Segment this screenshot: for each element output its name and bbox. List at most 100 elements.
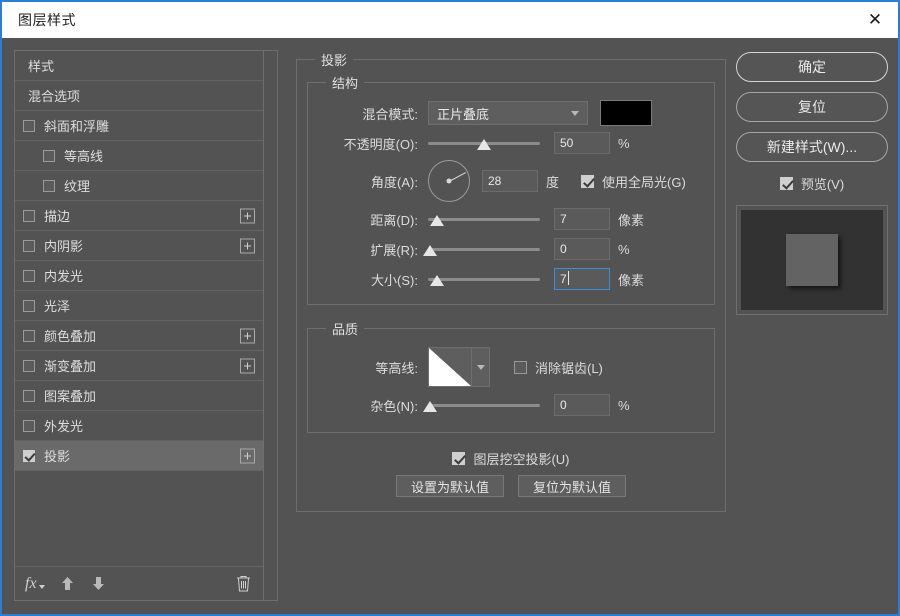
trash-icon[interactable]	[236, 575, 251, 592]
global-light-checkbox[interactable]: 使用全局光(G)	[581, 172, 686, 191]
settings-area: 投影 结构 混合模式: 正片叠底 不透明度(O): 50 % 角度(A): 28…	[296, 50, 726, 604]
arrow-down-icon[interactable]	[92, 576, 105, 591]
noise-input[interactable]: 0	[554, 394, 610, 416]
angle-unit: 度	[546, 174, 560, 190]
style-list-item-1[interactable]: 混合选项	[15, 81, 263, 111]
add-effect-icon[interactable]	[240, 208, 255, 223]
style-list-item-6[interactable]: 内阴影	[15, 231, 263, 261]
style-list-item-8[interactable]: 光泽	[15, 291, 263, 321]
spread-slider[interactable]	[423, 239, 540, 259]
style-list-item-12[interactable]: 外发光	[15, 411, 263, 441]
spread-label: 扩展(R):	[370, 242, 418, 258]
noise-label: 杂色(N):	[370, 398, 418, 414]
style-list-item-label: 投影	[44, 449, 71, 464]
contour-select[interactable]	[428, 347, 490, 387]
style-list-item-label: 描边	[44, 209, 71, 224]
distance-unit: 像素	[618, 212, 645, 228]
style-list-item-label: 斜面和浮雕	[44, 119, 110, 134]
new-style-button[interactable]: 新建样式(W)...	[736, 132, 888, 162]
style-list-item-2[interactable]: 斜面和浮雕	[15, 111, 263, 141]
style-enable-checkbox[interactable]	[23, 389, 35, 402]
contour-row: 等高线: 消除锯齿(L)	[318, 344, 704, 390]
style-list-item-7[interactable]: 内发光	[15, 261, 263, 291]
reset-default-button[interactable]: 复位为默认值	[518, 475, 627, 497]
chevron-down-icon	[571, 111, 579, 116]
default-buttons-row: 设置为默认值 复位为默认值	[307, 473, 715, 499]
preview-label: 预览(V)	[800, 177, 845, 192]
styles-list-scrollbar[interactable]	[264, 50, 278, 601]
size-slider[interactable]	[428, 269, 540, 289]
size-row: 大小(S): 7 像素	[318, 264, 704, 294]
antialias-checkbox[interactable]: 消除锯齿(L)	[514, 358, 603, 377]
slider-track	[428, 404, 540, 407]
style-list-item-label: 混合选项	[28, 89, 81, 104]
style-enable-checkbox[interactable]	[43, 179, 55, 192]
style-enable-checkbox[interactable]	[23, 239, 35, 252]
shadow-color-swatch[interactable]	[600, 100, 652, 126]
style-list-item-label: 外发光	[44, 419, 84, 434]
add-effect-icon[interactable]	[240, 448, 255, 463]
slider-thumb[interactable]	[429, 215, 444, 226]
blend-mode-value: 正片叠底	[437, 106, 490, 122]
close-icon[interactable]: ✕	[852, 2, 898, 38]
linear-contour-icon	[429, 348, 471, 386]
opacity-input[interactable]: 50	[554, 132, 610, 154]
style-list-item-0[interactable]: 样式	[15, 51, 263, 81]
opacity-slider[interactable]	[428, 133, 540, 153]
slider-track	[428, 248, 540, 251]
add-effect-icon[interactable]	[240, 238, 255, 253]
distance-label: 距离(D):	[370, 212, 418, 228]
chevron-down-icon	[38, 584, 45, 589]
slider-thumb[interactable]	[423, 245, 438, 256]
style-list-item-10[interactable]: 渐变叠加	[15, 351, 263, 381]
slider-thumb[interactable]	[429, 275, 444, 286]
style-enable-checkbox[interactable]	[43, 149, 55, 162]
style-enable-checkbox[interactable]	[23, 299, 35, 312]
set-default-button[interactable]: 设置为默认值	[395, 475, 504, 497]
style-list-item-9[interactable]: 颜色叠加	[15, 321, 263, 351]
drop-shadow-group-title: 投影	[321, 53, 348, 68]
distance-input[interactable]: 7	[554, 208, 610, 230]
antialias-label: 消除锯齿(L)	[535, 360, 603, 376]
style-list-item-13[interactable]: 投影	[15, 441, 263, 471]
add-effect-icon[interactable]	[240, 328, 255, 343]
style-enable-checkbox[interactable]	[23, 269, 35, 282]
preview-checkbox[interactable]: 预览(V)	[779, 174, 845, 193]
blend-mode-select[interactable]: 正片叠底	[428, 101, 588, 125]
style-list-item-3[interactable]: 等高线	[15, 141, 263, 171]
style-enable-checkbox[interactable]	[23, 449, 35, 462]
style-enable-checkbox[interactable]	[23, 419, 35, 432]
text-caret	[567, 271, 569, 285]
distance-slider[interactable]	[428, 209, 540, 229]
right-button-column: 确定 复位 新建样式(W)... 预览(V)	[736, 52, 888, 604]
spread-input[interactable]: 0	[554, 238, 610, 260]
style-list-item-11[interactable]: 图案叠加	[15, 381, 263, 411]
style-enable-checkbox[interactable]	[23, 359, 35, 372]
style-enable-checkbox[interactable]	[23, 329, 35, 342]
style-list-item-4[interactable]: 纹理	[15, 171, 263, 201]
quality-group-title: 品质	[332, 322, 359, 337]
styles-list: 样式混合选项斜面和浮雕等高线纹理描边内阴影 内发光 光泽 颜色叠加 渐变叠加 图案叠加外发…	[15, 51, 263, 566]
fx-label: fx	[25, 574, 37, 592]
size-input[interactable]: 7	[554, 268, 610, 290]
style-list-item-5[interactable]: 描边	[15, 201, 263, 231]
reset-button[interactable]: 复位	[736, 92, 888, 122]
angle-dial[interactable]	[428, 160, 470, 202]
arrow-up-icon[interactable]	[61, 576, 74, 591]
layer-style-dialog: 图层样式 ✕ 样式 混合选项 斜面和浮雕 等高线 纹理 描边 内阴影 内发光 光泽 颜色叠加 渐变叠…	[0, 0, 900, 616]
slider-thumb[interactable]	[477, 139, 491, 150]
size-label: 大小(S):	[371, 272, 418, 288]
ok-button[interactable]: 确定	[736, 52, 888, 82]
style-list-item-label: 纹理	[64, 179, 91, 194]
slider-thumb[interactable]	[423, 401, 438, 412]
preview-canvas	[741, 210, 883, 310]
angle-input[interactable]: 28	[482, 170, 538, 192]
angle-label: 角度(A):	[371, 174, 418, 190]
add-effect-icon[interactable]	[240, 358, 255, 373]
style-enable-checkbox[interactable]	[23, 119, 35, 132]
knockout-checkbox[interactable]: 图层挖空投影(U)	[452, 449, 570, 468]
fx-dropdown-icon[interactable]: fx	[25, 575, 61, 593]
style-enable-checkbox[interactable]	[23, 209, 35, 222]
size-input-value: 7	[560, 272, 567, 286]
noise-slider[interactable]	[423, 395, 540, 415]
